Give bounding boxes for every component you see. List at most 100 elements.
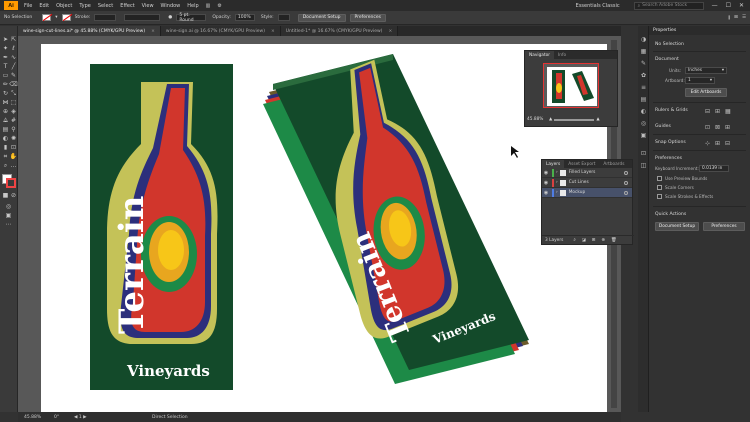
eye-icon[interactable]: ◉ — [542, 170, 550, 176]
column-graph-icon[interactable]: ▮ — [2, 144, 9, 151]
menu-type[interactable]: Type — [79, 3, 90, 9]
navigator-zoom-field[interactable]: 45.88% — [527, 117, 549, 122]
menu-window[interactable]: Window — [161, 3, 181, 9]
type-tool-icon[interactable]: T — [2, 63, 9, 70]
expand-icon[interactable]: › — [556, 180, 558, 185]
stroke-panel-icon[interactable]: ≡ — [640, 84, 647, 91]
clipping-mask-icon[interactable]: ◪ — [582, 238, 586, 243]
none-color-icon[interactable]: ⊘ — [10, 192, 17, 199]
opacity-field[interactable]: 100% — [234, 14, 255, 21]
eye-icon[interactable]: ◉ — [542, 190, 550, 196]
zoom-tool-icon[interactable]: ⌕ — [2, 162, 9, 169]
tab-artboards[interactable]: Artboards — [599, 160, 628, 168]
navigator-preview[interactable] — [543, 63, 599, 108]
style-swatch[interactable] — [277, 14, 290, 21]
draw-mode-icon[interactable]: ◎ — [5, 203, 12, 210]
snap-glyph-icon[interactable]: ⊟ — [725, 140, 730, 147]
layer-name[interactable]: Mockup — [569, 190, 586, 195]
free-transform-icon[interactable]: ⬚ — [10, 99, 17, 106]
stroke-swatch[interactable] — [61, 14, 71, 21]
close-icon[interactable]: × — [271, 29, 275, 34]
magic-wand-icon[interactable]: ✦ — [2, 45, 9, 52]
ruler-toggle-icon[interactable]: ⊟ — [705, 108, 710, 115]
locate-object-icon[interactable]: ⌕ — [573, 238, 575, 243]
new-layer-icon[interactable]: ⊕ — [601, 238, 605, 243]
pencil-icon[interactable]: ✏ — [2, 81, 9, 88]
screen-mode-icon[interactable]: ▣ — [5, 212, 12, 219]
grid-toggle-icon[interactable]: ⊞ — [715, 108, 720, 115]
delete-layer-icon[interactable]: 🗑 — [611, 238, 616, 243]
stroke-weight-field[interactable] — [94, 14, 117, 21]
graphic-styles-panel-icon[interactable]: ▣ — [640, 132, 647, 139]
lock-guides-icon[interactable]: ⊠ — [715, 124, 720, 131]
gradient-icon[interactable]: ▤ — [2, 126, 9, 133]
menu-effect[interactable]: Effect — [120, 3, 134, 9]
keyboard-increment-field[interactable]: 0.0139 in — [699, 165, 729, 172]
menu-select[interactable]: Select — [98, 3, 113, 9]
more-tools-icon[interactable]: … — [10, 162, 17, 169]
snap-pixel-icon[interactable]: ⊞ — [715, 140, 720, 147]
opacity-label[interactable]: Opacity: — [212, 15, 231, 20]
edit-toolbar-icon[interactable]: ⋯ — [5, 221, 12, 228]
blend-icon[interactable]: ◐ — [2, 135, 9, 142]
document-setup-button[interactable]: Document Setup — [297, 13, 346, 22]
search-input[interactable]: ⌕ Search Adobe Stock — [633, 1, 704, 10]
artboard-navigation[interactable]: ◀ 1 ▶ — [74, 415, 124, 420]
navigator-panel-icon[interactable]: ⊡ — [640, 150, 647, 157]
width-tool-icon[interactable]: ⋈ — [2, 99, 9, 106]
appearance-panel-icon[interactable]: ◎ — [640, 120, 647, 127]
transparency-panel-icon[interactable]: ◐ — [640, 108, 647, 115]
zoom-slider[interactable] — [554, 118, 595, 121]
tab-untitled-1[interactable]: Untitled-1* @ 16.67% (CMYK/GPU Preview) × — [280, 26, 399, 36]
document-setup-button[interactable]: Document Setup — [655, 222, 699, 231]
preferences-button[interactable]: Preferences — [703, 222, 745, 231]
fill-swatch[interactable] — [42, 14, 52, 21]
tab-properties[interactable]: Properties — [653, 28, 676, 33]
expand-icon[interactable]: › — [556, 190, 558, 195]
tab-info[interactable]: Info — [554, 51, 570, 59]
use-preview-bounds-checkbox[interactable] — [657, 176, 662, 181]
tab-navigator[interactable]: Navigator — [525, 51, 555, 59]
expand-icon[interactable]: › — [556, 170, 558, 175]
edit-artboards-button[interactable]: Edit Artboards — [685, 88, 727, 97]
menu-object[interactable]: Object — [56, 3, 72, 9]
rectangle-tool-icon[interactable]: ▭ — [2, 72, 9, 79]
rotate-view-field[interactable]: 0° — [54, 415, 74, 420]
align-icon[interactable]: ⫼ — [728, 15, 730, 21]
layer-name[interactable]: Cut Lines — [569, 180, 589, 185]
pixel-grid-icon[interactable]: ▦ — [725, 108, 731, 115]
color-mode-icon[interactable]: ■ — [2, 192, 9, 199]
swatches-panel-icon[interactable]: ▦ — [640, 48, 647, 55]
mockup-sign[interactable]: Terrain Vineyards — [263, 49, 529, 384]
paintbrush-icon[interactable]: ✎ — [10, 72, 17, 79]
fill-dropdown-icon[interactable]: ▾ — [55, 15, 57, 20]
brush-definition-field[interactable]: 5 pt. Round — [176, 13, 207, 23]
preferences-button[interactable]: Preferences — [349, 13, 386, 22]
zoom-in-icon[interactable]: ▲ — [596, 117, 599, 122]
target-icon[interactable] — [624, 170, 628, 175]
slice-icon[interactable]: ⌗ — [2, 153, 9, 160]
target-icon[interactable] — [624, 180, 628, 185]
tab-wine-sign[interactable]: wine-sign.ai @ 16.67% (CMYK/GPU Preview)… — [160, 26, 281, 36]
close-icon[interactable]: × — [151, 29, 155, 34]
symbols-panel-icon[interactable]: ✿ — [640, 72, 647, 79]
layers-panel-icon[interactable]: ◫ — [640, 162, 647, 169]
layer-row-mockup[interactable]: ◉ › Mockup — [542, 188, 632, 198]
workspace-switcher[interactable]: Essentials Classic — [576, 3, 620, 9]
shape-builder-icon[interactable]: ⊕ — [2, 108, 9, 115]
menu-view[interactable]: View — [142, 3, 154, 9]
artboard[interactable]: Terrain Vineyards Terrain Vineyards — [41, 44, 607, 412]
menu-help[interactable]: Help — [187, 3, 198, 9]
layer-row-filled-layers[interactable]: ◉ › Filled Layers — [542, 168, 632, 178]
curvature-icon[interactable]: ∿ — [10, 54, 17, 61]
smart-guides-icon[interactable]: ⊞ — [725, 124, 730, 131]
panel-menu-icon[interactable]: ☰ — [742, 15, 746, 20]
minimize-icon[interactable]: — — [712, 2, 718, 9]
close-icon[interactable]: × — [388, 29, 392, 34]
gpu-icon[interactable]: ⚙ — [217, 3, 221, 9]
scale-icon[interactable]: ⤡ — [10, 90, 17, 97]
brushes-panel-icon[interactable]: ✎ — [640, 60, 647, 67]
symbol-sprayer-icon[interactable]: ✺ — [10, 135, 17, 142]
layer-row-cut-lines[interactable]: ◉ › Cut Lines — [542, 178, 632, 188]
hand-tool-icon[interactable]: ✋ — [10, 153, 17, 160]
